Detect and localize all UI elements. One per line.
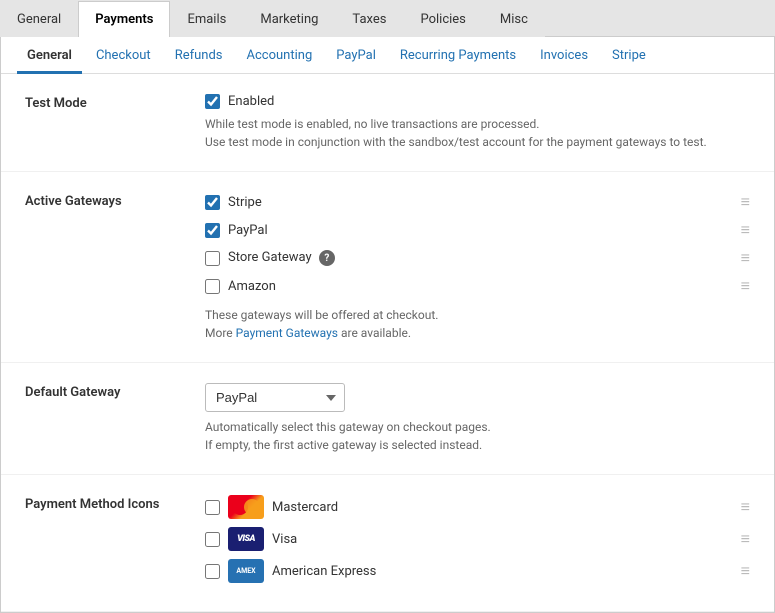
default-gateway-content: PayPal Stripe Store Gateway Amazon Autom… [205,383,750,454]
settings-body: Test Mode Enabled While test mode is ena… [1,74,774,612]
test-mode-content: Enabled While test mode is enabled, no l… [205,94,750,151]
sub-tab-bar: General Checkout Refunds Accounting PayP… [1,37,774,74]
tab-emails[interactable]: Emails [170,1,243,37]
default-gateway-label: Default Gateway [25,383,205,400]
tab-payments[interactable]: Payments [78,1,170,37]
gateways-desc-line3: are available. [338,326,411,340]
payment-row-mastercard: Mastercard ≡ [205,495,750,519]
test-mode-checkbox[interactable] [205,94,220,109]
payment-name-visa: Visa [272,532,741,547]
amex-icon: AMEX [228,559,264,583]
main-content: General Checkout Refunds Accounting PayP… [0,37,775,613]
gateway-name-amazon: Amazon [228,279,741,294]
gateways-desc-line2: More [205,326,236,340]
store-gateway-help-icon[interactable]: ? [319,250,335,266]
default-gateway-select[interactable]: PayPal Stripe Store Gateway Amazon [205,383,345,412]
gateway-name-paypal: PayPal [228,223,741,238]
gateway-checkbox-stripe[interactable] [205,195,220,210]
drag-handle-store[interactable]: ≡ [741,248,750,268]
visa-icon: VISA [228,527,264,551]
gateway-name-store: Store Gateway ? [228,250,741,267]
payment-row-visa: VISA Visa ≡ [205,527,750,551]
tab-general[interactable]: General [0,1,78,37]
payment-method-icons-row: Payment Method Icons Mastercard ≡ VISA V… [1,475,774,612]
tab-misc[interactable]: Misc [483,1,545,37]
payment-gateways-link[interactable]: Payment Gateways [236,326,338,340]
drag-handle-mastercard[interactable]: ≡ [741,497,750,517]
test-mode-description: While test mode is enabled, no live tran… [205,115,750,151]
gateway-checkbox-paypal[interactable] [205,223,220,238]
subtab-refunds[interactable]: Refunds [165,38,233,74]
payment-method-icons-content: Mastercard ≡ VISA Visa ≡ AMEX American E… [205,495,750,591]
active-gateways-row: Active Gateways Stripe ≡ PayPal ≡ [1,172,774,363]
payment-name-amex: American Express [272,564,741,579]
top-tab-bar: General Payments Emails Marketing Taxes … [0,0,775,37]
subtab-invoices[interactable]: Invoices [530,38,598,74]
tab-taxes[interactable]: Taxes [335,1,403,37]
gateway-row-amazon: Amazon ≡ [205,276,750,296]
subtab-checkout[interactable]: Checkout [86,38,161,74]
payment-name-mastercard: Mastercard [272,500,741,515]
test-mode-row: Test Mode Enabled While test mode is ena… [1,74,774,172]
subtab-accounting[interactable]: Accounting [237,38,323,74]
subtab-recurring-payments[interactable]: Recurring Payments [390,38,526,74]
drag-handle-visa[interactable]: ≡ [741,529,750,549]
drag-handle-stripe[interactable]: ≡ [741,192,750,212]
payment-checkbox-mastercard[interactable] [205,500,220,515]
gateway-checkbox-amazon[interactable] [205,279,220,294]
drag-handle-amazon[interactable]: ≡ [741,276,750,296]
subtab-paypal[interactable]: PayPal [326,38,386,74]
subtab-stripe[interactable]: Stripe [602,38,656,74]
payment-checkbox-visa[interactable] [205,532,220,547]
active-gateways-content: Stripe ≡ PayPal ≡ Store Gateway [205,192,750,342]
gateways-description: These gateways will be offered at checko… [205,306,750,342]
tab-policies[interactable]: Policies [403,1,482,37]
drag-handle-paypal[interactable]: ≡ [741,220,750,240]
gateways-desc-line1: These gateways will be offered at checko… [205,308,438,322]
test-mode-checkbox-line: Enabled [205,94,750,109]
mastercard-icon [228,495,264,519]
payment-method-icons-label: Payment Method Icons [25,495,205,512]
payment-checkbox-amex[interactable] [205,564,220,579]
gateway-list: Stripe ≡ PayPal ≡ Store Gateway [205,192,750,296]
gateway-row-paypal: PayPal ≡ [205,220,750,240]
default-gateway-description: Automatically select this gateway on che… [205,418,750,454]
gateway-name-stripe: Stripe [228,195,741,210]
test-mode-label: Test Mode [25,94,205,111]
test-mode-checkbox-label: Enabled [228,94,274,109]
tab-marketing[interactable]: Marketing [243,1,335,37]
payment-row-amex: AMEX American Express ≡ [205,559,750,583]
drag-handle-amex[interactable]: ≡ [741,561,750,581]
active-gateways-label: Active Gateways [25,192,205,209]
subtab-general[interactable]: General [17,38,82,74]
default-gateway-row: Default Gateway PayPal Stripe Store Gate… [1,363,774,475]
gateway-row-stripe: Stripe ≡ [205,192,750,212]
gateway-row-store: Store Gateway ? ≡ [205,248,750,268]
gateway-checkbox-store[interactable] [205,251,220,266]
